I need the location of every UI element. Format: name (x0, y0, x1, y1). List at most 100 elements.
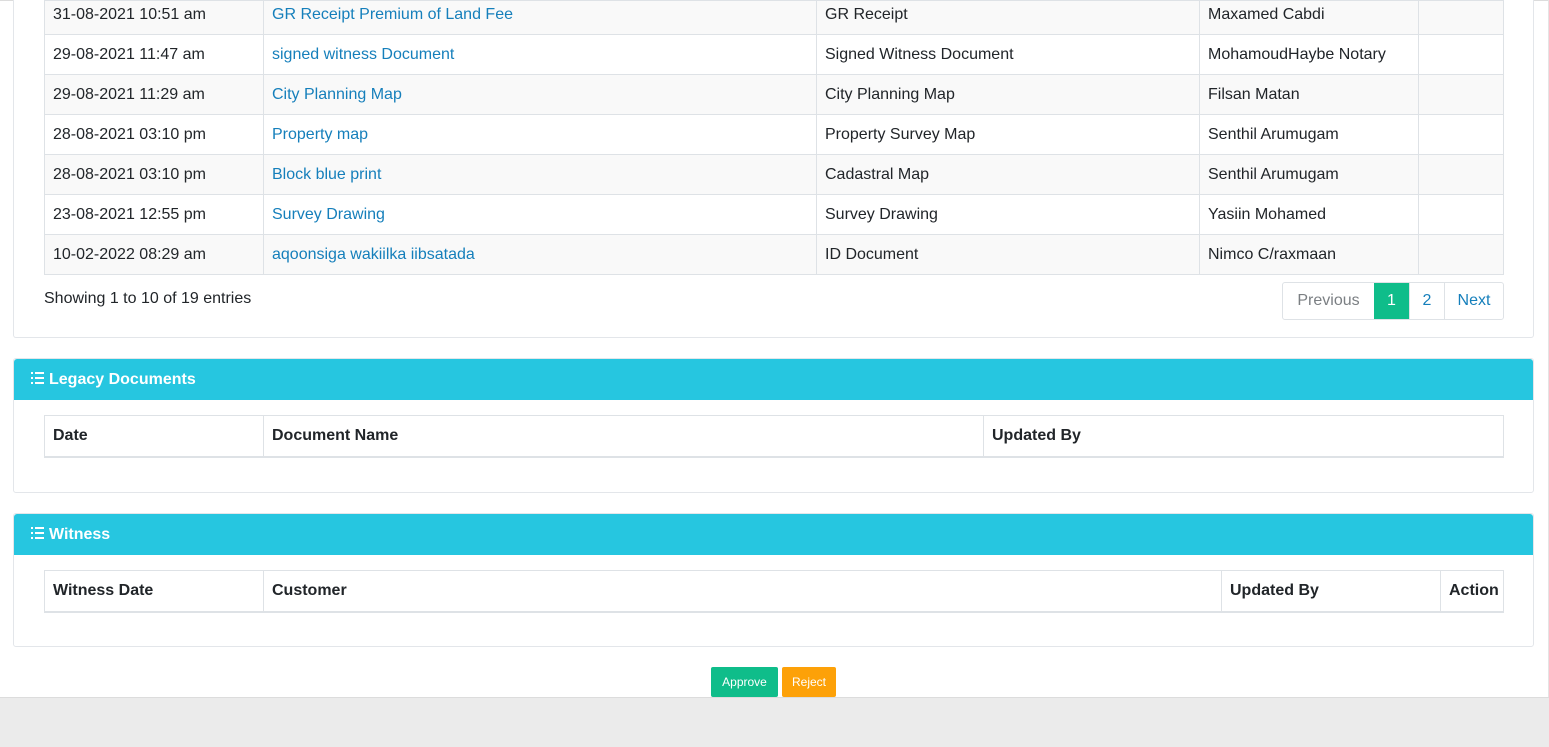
column-header-action: Action (1440, 570, 1504, 613)
cell-updated-by-text: Senthil Arumugam (1208, 125, 1339, 143)
cell-date: 28-08-2021 03:10 pm (44, 114, 264, 155)
cell-action (1418, 194, 1504, 235)
cell-updated-by-text: Nimco C/raxmaan (1208, 245, 1337, 263)
table-row: 28-08-2021 03:10 pm Property map Property … (44, 114, 1504, 155)
cell-document-type: Property Survey Map (816, 114, 1200, 155)
cell-updated-by: Nimco C/raxmaan (1199, 234, 1419, 275)
pagination-page-2[interactable]: 2 (1409, 283, 1444, 319)
cell-updated-by-text: Senthil Arumugam (1208, 165, 1339, 183)
cell-document-type-text: GR Receipt (825, 5, 908, 23)
column-header-updated-by[interactable]: Updated By (1221, 570, 1441, 613)
document-link[interactable]: aqoonsiga wakiilka iibsatada (272, 246, 475, 263)
list-icon (31, 371, 44, 384)
document-link[interactable]: Survey Drawing (272, 206, 385, 223)
witness-title: Witness (49, 525, 111, 543)
cell-action (1418, 114, 1504, 155)
cell-updated-by-text: Maxamed Cabdi (1208, 5, 1325, 23)
documents-table-body: 31-08-2021 10:51 am GR Receipt Premium of… (44, 0, 1504, 275)
cell-date: 29-08-2021 11:29 am (44, 74, 264, 115)
cell-date-text: 29-08-2021 11:47 am (53, 45, 205, 63)
pagination: Previous 1 2 Next (1282, 282, 1504, 320)
table-row: 31-08-2021 10:51 am GR Receipt Premium of… (44, 0, 1504, 35)
cell-document-type: Signed Witness Document (816, 34, 1200, 75)
cell-date: 10-02-2022 08:29 am (44, 234, 264, 275)
document-link[interactable]: GR Receipt Premium of Land Fee (272, 6, 513, 23)
cell-date-text: 29-08-2021 11:29 am (53, 85, 205, 103)
cell-date-text: 23-08-2021 12:55 pm (53, 205, 206, 223)
page-footer (0, 697, 1549, 747)
cell-document-type: ID Document (816, 234, 1200, 275)
document-link[interactable]: signed witness Document (272, 46, 454, 63)
document-link[interactable]: Block blue print (272, 166, 381, 183)
cell-date-text: 28-08-2021 03:10 pm (53, 125, 206, 143)
cell-document-name: Property map (263, 114, 817, 155)
table-row: 29-08-2021 11:29 am City Planning Map City… (44, 74, 1504, 115)
cell-action (1418, 0, 1504, 35)
list-icon (31, 526, 44, 539)
witness-card: Witness Witness Date Customer Updated By… (13, 513, 1534, 647)
legacy-documents-table: Date Document Name Updated By (44, 415, 1504, 458)
column-header-updated-by[interactable]: Updated By (983, 415, 1504, 458)
cell-document-name: Block blue print (263, 154, 817, 195)
column-header-date[interactable]: Date (44, 415, 264, 458)
cell-document-type-text: Property Survey Map (825, 125, 976, 143)
cell-document-type-text: Signed Witness Document (825, 45, 1014, 63)
cell-document-name: City Planning Map (263, 74, 817, 115)
cell-action (1418, 74, 1504, 115)
cell-document-type: Survey Drawing (816, 194, 1200, 235)
legacy-documents-header: Legacy Documents (14, 359, 1533, 400)
cell-updated-by-text: MohamoudHaybe Notary (1208, 45, 1386, 63)
cell-date-text: 10-02-2022 08:29 am (53, 245, 206, 263)
documents-card: 31-08-2021 10:51 am GR Receipt Premium of… (13, 0, 1534, 338)
entries-info: Showing 1 to 10 of 19 entries (44, 290, 252, 307)
table-row: 10-02-2022 08:29 am aqoonsiga wakiilka ii… (44, 234, 1504, 275)
cell-updated-by: Filsan Matan (1199, 74, 1419, 115)
cell-document-name: signed witness Document (263, 34, 817, 75)
document-link[interactable]: City Planning Map (272, 86, 402, 103)
cell-updated-by: Yasiin Mohamed (1199, 194, 1419, 235)
table-row: 29-08-2021 11:47 am signed witness Docume… (44, 34, 1504, 75)
cell-document-type-text: Survey Drawing (825, 205, 938, 223)
pagination-page-1[interactable]: 1 (1374, 283, 1409, 319)
witness-table-header-row: Witness Date Customer Updated By Action (44, 570, 1504, 613)
cell-document-type-text: City Planning Map (825, 85, 955, 103)
cell-date: 29-08-2021 11:47 am (44, 34, 264, 75)
cell-date-text: 28-08-2021 03:10 pm (53, 165, 206, 183)
pagination-previous[interactable]: Previous (1283, 283, 1374, 319)
cell-document-type: City Planning Map (816, 74, 1200, 115)
legacy-documents-title: Legacy Documents (49, 370, 196, 388)
cell-updated-by-text: Filsan Matan (1208, 85, 1300, 103)
cell-date: 28-08-2021 03:10 pm (44, 154, 264, 195)
documents-table: 31-08-2021 10:51 am GR Receipt Premium of… (44, 0, 1504, 275)
column-header-document-name[interactable]: Document Name (263, 415, 984, 458)
cell-date-text: 31-08-2021 10:51 am (53, 5, 206, 23)
cell-document-type-text: Cadastral Map (825, 165, 930, 183)
approve-button[interactable]: Approve (711, 667, 778, 697)
cell-document-name: Survey Drawing (263, 194, 817, 235)
cell-document-name: GR Receipt Premium of Land Fee (263, 0, 817, 35)
cell-updated-by: Maxamed Cabdi (1199, 0, 1419, 35)
table-row: 23-08-2021 12:55 pm Survey Drawing Survey … (44, 194, 1504, 235)
cell-updated-by: MohamoudHaybe Notary (1199, 34, 1419, 75)
legacy-table-header-row: Date Document Name Updated By (44, 415, 1504, 458)
reject-button[interactable]: Reject (782, 667, 836, 697)
cell-date: 23-08-2021 12:55 pm (44, 194, 264, 235)
cell-action (1418, 154, 1504, 195)
cell-document-name: aqoonsiga wakiilka iibsatada (263, 234, 817, 275)
cell-document-type-text: ID Document (825, 245, 919, 263)
legacy-documents-card: Legacy Documents Date Document Name Upda… (13, 358, 1534, 493)
cell-updated-by: Senthil Arumugam (1199, 154, 1419, 195)
table-row: 28-08-2021 03:10 pm Block blue print Cadas… (44, 154, 1504, 195)
cell-document-type: GR Receipt (816, 0, 1200, 35)
document-link[interactable]: Property map (272, 126, 368, 143)
column-header-witness-date[interactable]: Witness Date (44, 570, 264, 613)
cell-action (1418, 234, 1504, 275)
column-header-customer[interactable]: Customer (263, 570, 1222, 613)
cell-document-type: Cadastral Map (816, 154, 1200, 195)
witness-table: Witness Date Customer Updated By Action (44, 570, 1504, 613)
pagination-next[interactable]: Next (1444, 283, 1503, 319)
witness-header: Witness (14, 514, 1533, 555)
cell-updated-by: Senthil Arumugam (1199, 114, 1419, 155)
cell-updated-by-text: Yasiin Mohamed (1208, 205, 1326, 223)
cell-action (1418, 34, 1504, 75)
